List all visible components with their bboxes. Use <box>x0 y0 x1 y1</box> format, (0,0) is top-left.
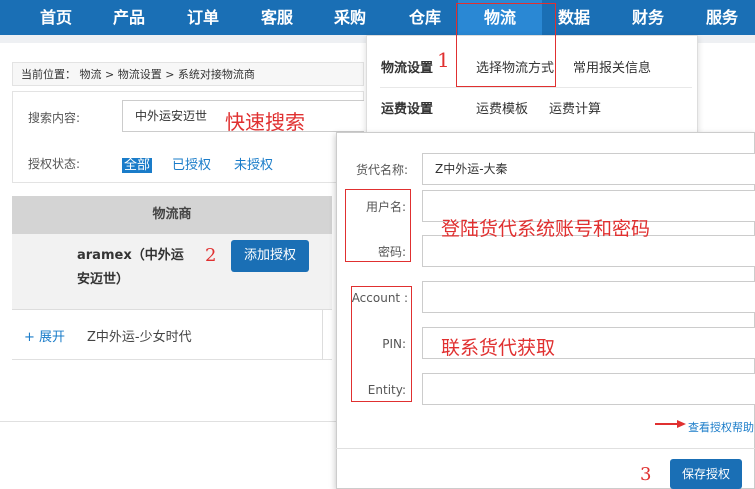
divider <box>0 421 336 422</box>
carrier-name: aramex（中外运安迈世） <box>77 248 184 287</box>
nav-finance[interactable]: 财务 <box>622 0 674 35</box>
highlight-box-credentials <box>345 189 411 262</box>
auth-filter-all-label: 全部 <box>122 158 153 173</box>
highlight-box-contact <box>351 286 412 402</box>
nav-customer-service[interactable]: 客服 <box>251 0 303 35</box>
expand-link[interactable]: + 展开 <box>24 326 65 345</box>
annotation-contact: 联系货代获取 <box>441 337 556 359</box>
add-authorization-button[interactable]: 添加授权 <box>231 240 309 272</box>
red-arrow-icon <box>655 420 686 428</box>
auth-filter-all[interactable]: 全部 <box>122 154 153 173</box>
save-authorization-button[interactable]: 保存授权 <box>670 459 742 489</box>
auth-filter-authorized[interactable]: 已授权 <box>172 154 211 173</box>
account-input[interactable] <box>422 281 755 313</box>
auth-status-label: 授权状态: <box>28 157 81 171</box>
highlight-box-logistics <box>456 3 556 87</box>
dropdown-separator <box>380 87 692 88</box>
search-label: 搜索内容: <box>28 111 81 125</box>
nav-home[interactable]: 首页 <box>30 0 82 35</box>
annotation-quick-search: 快速搜索 <box>225 110 305 134</box>
nav-warehouse[interactable]: 仓库 <box>399 0 451 35</box>
dropdown-customs-info[interactable]: 常用报关信息 <box>573 57 651 76</box>
annotation-2: 2 <box>205 245 217 266</box>
nav-orders[interactable]: 订单 <box>177 0 229 35</box>
help-link[interactable]: 查看授权帮助 <box>688 419 754 435</box>
dropdown-freight-settings: 运费设置 <box>381 102 434 117</box>
auth-filter-unauthorized[interactable]: 未授权 <box>234 154 273 173</box>
entity-input[interactable] <box>422 373 755 405</box>
annotation-3: 3 <box>640 464 652 485</box>
dropdown-freight-template[interactable]: 运费模板 <box>476 98 528 117</box>
breadcrumb: 当前位置： 物流 > 物流设置 > 系统对接物流商 <box>12 62 364 86</box>
dropdown-logistics-settings: 物流设置 <box>381 61 434 76</box>
nav-purchasing[interactable]: 采购 <box>324 0 376 35</box>
dropdown-freight-calc[interactable]: 运费计算 <box>549 98 601 117</box>
sub-account-name: Z中外运-少女时代 <box>87 330 192 345</box>
nav-service[interactable]: 服务 <box>696 0 748 35</box>
panel-footer-divider <box>336 448 755 449</box>
forwarder-label: 货代名称: <box>355 163 408 177</box>
forwarder-select[interactable]: Z中外运-大秦 <box>422 153 755 185</box>
nav-products[interactable]: 产品 <box>103 0 155 35</box>
annotation-1: 1 <box>437 48 450 72</box>
table-divider <box>322 310 323 360</box>
table-header-carrier: 物流商 <box>12 196 332 234</box>
annotation-credentials: 登陆货代系统账号和密码 <box>441 218 651 240</box>
